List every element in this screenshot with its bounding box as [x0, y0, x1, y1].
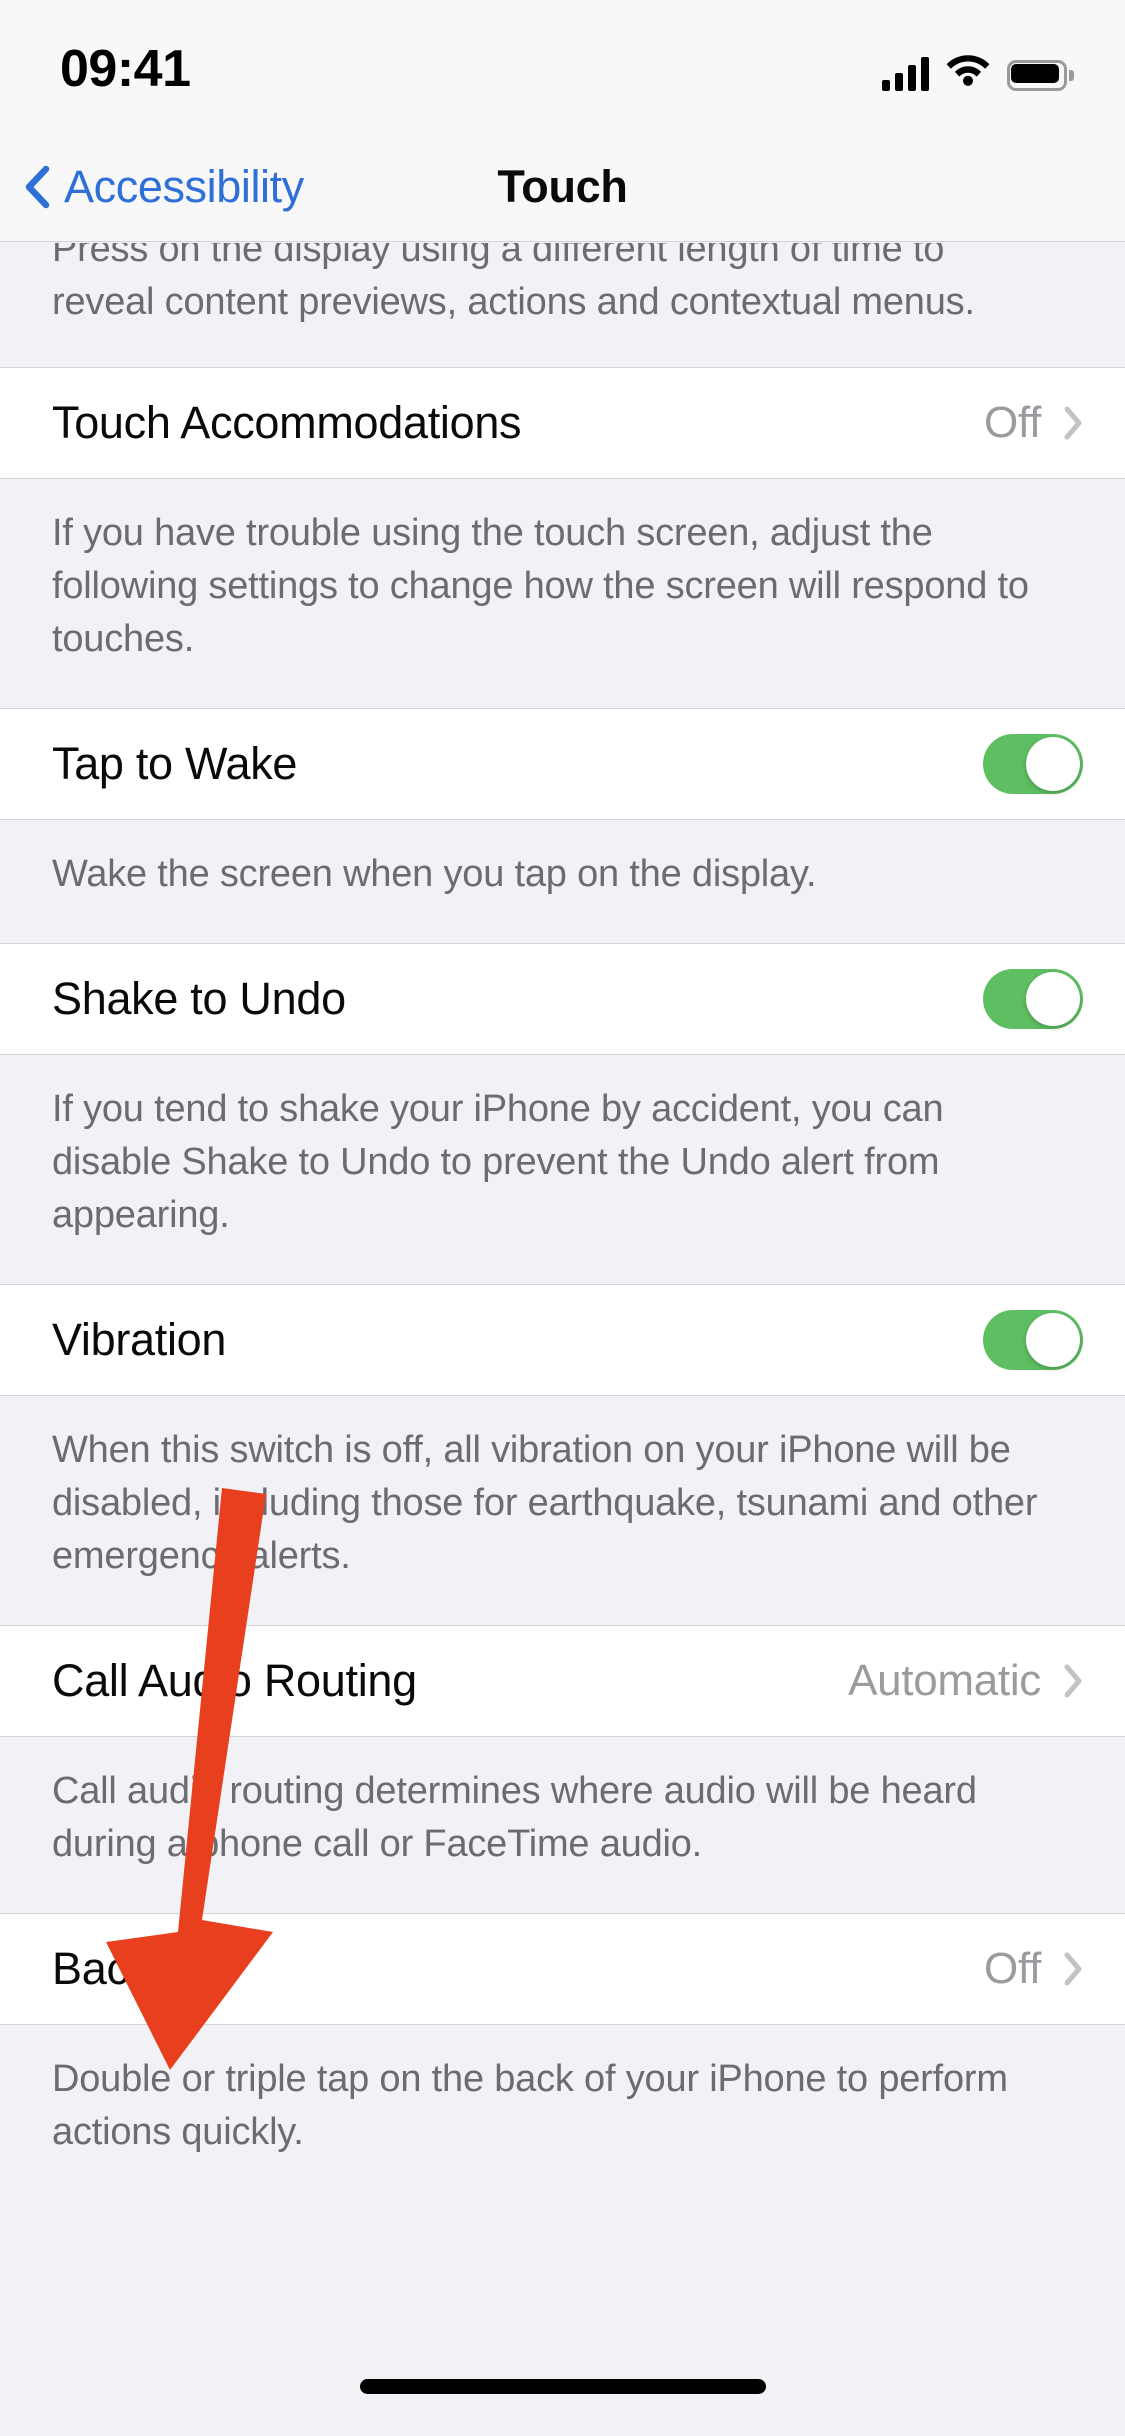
group-touch-accommodations: Touch Accommodations Off: [0, 367, 1125, 479]
row-label: Touch Accommodations: [52, 397, 522, 448]
back-button[interactable]: Accessibility: [24, 132, 304, 242]
clipped-top-footer-text: Press on the display using a different l…: [52, 243, 975, 323]
footer-text: Call audio routing determines where audi…: [52, 1770, 977, 1865]
footer-tap-to-wake: Wake the screen when you tap on the disp…: [0, 820, 1125, 943]
toggle-shake-to-undo[interactable]: [983, 969, 1083, 1029]
footer-call-audio-routing: Call audio routing determines where audi…: [0, 1737, 1125, 1913]
group-vibration: Vibration: [0, 1284, 1125, 1396]
footer-text: Wake the screen when you tap on the disp…: [52, 853, 817, 895]
footer-vibration: When this switch is off, all vibration o…: [0, 1396, 1125, 1625]
footer-text: If you tend to shake your iPhone by acci…: [52, 1088, 944, 1236]
footer-text: When this switch is off, all vibration o…: [52, 1429, 1038, 1577]
wifi-icon: [946, 52, 990, 91]
settings-scroll-view[interactable]: Press on the display using a different l…: [0, 243, 1125, 2353]
footer-text: Double or triple tap on the back of your…: [52, 2058, 1008, 2153]
group-call-audio-routing: Call Audio Routing Automatic: [0, 1625, 1125, 1737]
home-indicator-area: [0, 2353, 1125, 2436]
group-back-tap: Back Tap Off: [0, 1913, 1125, 2025]
row-call-audio-routing[interactable]: Call Audio Routing Automatic: [0, 1626, 1125, 1736]
chevron-left-icon: [24, 165, 50, 209]
row-tap-to-wake[interactable]: Tap to Wake: [0, 709, 1125, 819]
row-accessory: Off: [984, 398, 1083, 448]
status-bar-time: 09:41: [60, 40, 191, 98]
status-bar: 09:41: [0, 0, 1125, 132]
row-back-tap[interactable]: Back Tap Off: [0, 1914, 1125, 2024]
footer-touch-accommodations: If you have trouble using the touch scre…: [0, 479, 1125, 708]
chevron-right-icon: [1063, 406, 1083, 440]
row-accessory: Automatic: [848, 1656, 1083, 1706]
footer-back-tap: Double or triple tap on the back of your…: [0, 2025, 1125, 2201]
footer-text: If you have trouble using the touch scre…: [52, 512, 1029, 660]
row-value: Off: [984, 1944, 1041, 1993]
row-value: Off: [984, 398, 1041, 447]
row-label: Back Tap: [52, 1943, 234, 1994]
chevron-right-icon: [1063, 1664, 1083, 1698]
back-button-label: Accessibility: [64, 161, 304, 212]
navigation-bar: Accessibility Touch: [0, 132, 1125, 242]
row-label: Shake to Undo: [52, 973, 346, 1024]
toggle-vibration[interactable]: [983, 1310, 1083, 1370]
row-vibration[interactable]: Vibration: [0, 1285, 1125, 1395]
row-shake-to-undo[interactable]: Shake to Undo: [0, 944, 1125, 1054]
toggle-knob: [1026, 972, 1080, 1026]
home-indicator-bar[interactable]: [359, 2379, 766, 2394]
battery-full-icon: [1007, 59, 1074, 91]
chevron-right-icon: [1063, 1952, 1083, 1986]
row-label: Vibration: [52, 1314, 227, 1365]
group-shake-to-undo: Shake to Undo: [0, 943, 1125, 1055]
group-tap-to-wake: Tap to Wake: [0, 708, 1125, 820]
row-label: Call Audio Routing: [52, 1655, 417, 1706]
status-bar-icons: [882, 52, 1074, 91]
iphone-settings-screen: 09:41 Accessibility Touch Press on the d…: [0, 0, 1125, 2436]
cellular-signal-icon: [882, 56, 929, 91]
row-accessory: Off: [984, 1944, 1083, 1994]
toggle-tap-to-wake[interactable]: [983, 734, 1083, 794]
row-value: Automatic: [848, 1656, 1041, 1705]
toggle-knob: [1026, 737, 1080, 791]
toggle-knob: [1026, 1313, 1080, 1367]
clipped-top-footer-block: Press on the display using a different l…: [0, 243, 1125, 367]
footer-shake-to-undo: If you tend to shake your iPhone by acci…: [0, 1055, 1125, 1284]
row-label: Tap to Wake: [52, 738, 298, 789]
row-touch-accommodations[interactable]: Touch Accommodations Off: [0, 368, 1125, 478]
